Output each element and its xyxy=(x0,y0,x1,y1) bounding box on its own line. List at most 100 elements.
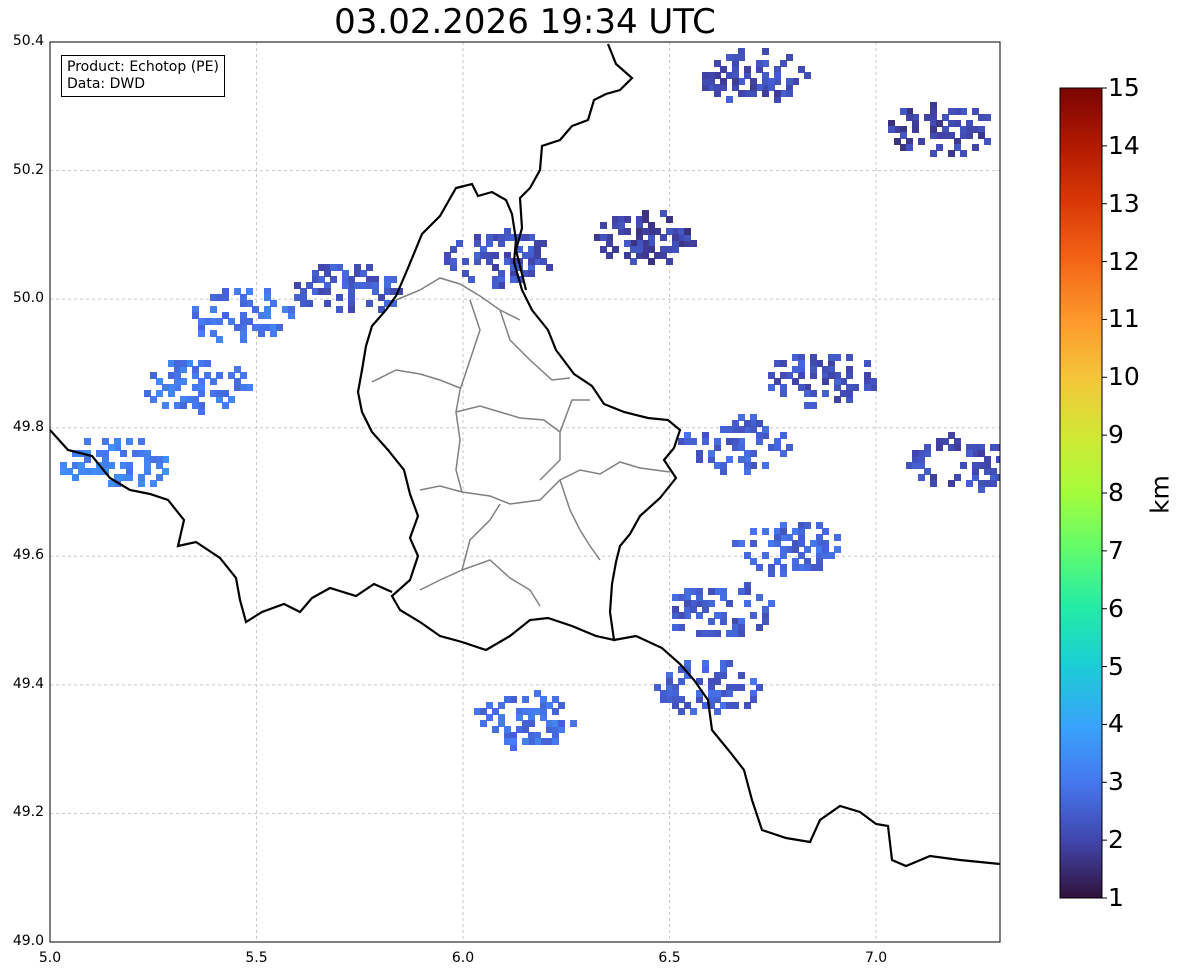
echo-pixel xyxy=(714,690,721,697)
echo-pixel xyxy=(642,216,649,223)
echo-pixel xyxy=(150,480,157,487)
echo-pixel xyxy=(648,240,655,247)
echo-pixel xyxy=(978,114,985,121)
echo-pixel xyxy=(246,384,253,391)
echo-pixel xyxy=(66,468,73,475)
echo-pixel xyxy=(732,66,739,73)
echo-pixel xyxy=(792,378,799,385)
echo-pixel xyxy=(678,438,685,445)
echo-pixel xyxy=(936,444,943,451)
echo-pixel xyxy=(822,378,829,385)
echo-pixel xyxy=(198,378,205,385)
echo-pixel xyxy=(666,216,673,223)
echo-pixel xyxy=(960,150,967,157)
echo-pixel xyxy=(978,444,985,451)
echo-pixel xyxy=(504,234,511,241)
echo-pixel xyxy=(678,624,685,631)
echo-pixel xyxy=(120,474,127,481)
echo-pixel xyxy=(672,684,679,691)
echo-pixel xyxy=(684,702,691,709)
plot-frame xyxy=(49,41,1001,943)
colorbar-tick-label: 15 xyxy=(1108,73,1140,102)
echo-pixel xyxy=(552,720,559,727)
echo-pixel xyxy=(750,420,757,427)
echo-pixel xyxy=(738,90,745,97)
echo-pixel xyxy=(948,150,955,157)
echo-pixel xyxy=(666,678,673,685)
echo-pixel xyxy=(756,564,763,571)
echo-pixel xyxy=(744,426,751,433)
echo-pixel xyxy=(180,378,187,385)
echo-pixel xyxy=(60,462,67,469)
echo-pixel xyxy=(642,246,649,253)
echo-pixel xyxy=(756,594,763,601)
echo-pixel xyxy=(906,114,913,121)
echo-pixel xyxy=(984,456,991,463)
echo-pixel xyxy=(468,276,475,283)
echo-pixel xyxy=(798,564,805,571)
echo-pixel xyxy=(240,300,247,307)
echo-pixel xyxy=(282,306,289,313)
echo-pixel xyxy=(528,708,535,715)
echo-pixel xyxy=(672,594,679,601)
echo-pixel xyxy=(264,312,271,319)
echo-pixel xyxy=(540,738,547,745)
echo-pixel xyxy=(150,396,157,403)
echo-pixel xyxy=(504,696,511,703)
echo-pixel xyxy=(174,366,181,373)
echo-pixel xyxy=(174,360,181,367)
echo-pixel xyxy=(804,558,811,565)
echo-pixel xyxy=(528,732,535,739)
echo-pixel xyxy=(666,228,673,235)
echo-pixel xyxy=(954,144,961,151)
echo-pixel xyxy=(786,78,793,85)
echo-pixel xyxy=(552,708,559,715)
echo-pixel xyxy=(522,738,529,745)
echo-pixel xyxy=(672,228,679,235)
echo-pixel xyxy=(750,90,757,97)
echo-pixel xyxy=(258,312,265,319)
colorbar-tick-label: 1 xyxy=(1108,883,1124,912)
echo-pixel xyxy=(372,282,379,289)
echo-pixel xyxy=(366,282,373,289)
echo-pixel xyxy=(360,270,367,277)
echo-pixel xyxy=(354,264,361,271)
echo-pixel xyxy=(798,534,805,541)
echo-pixel xyxy=(78,468,85,475)
echo-pixel xyxy=(240,336,247,343)
echo-pixel xyxy=(1008,456,1015,463)
echo-pixel xyxy=(168,390,175,397)
echo-pixel xyxy=(102,456,109,463)
echo-pixel xyxy=(120,462,127,469)
echo-pixel xyxy=(480,708,487,715)
echo-pixel xyxy=(348,306,355,313)
echo-pixel xyxy=(732,420,739,427)
echo-pixel xyxy=(930,480,937,487)
echo-pixel xyxy=(714,60,721,67)
echo-pixel xyxy=(744,600,751,607)
echo-pixel xyxy=(504,258,511,265)
echo-pixel xyxy=(480,720,487,727)
echo-pixel xyxy=(492,252,499,259)
echo-pixel xyxy=(756,684,763,691)
echo-pixel xyxy=(660,252,667,259)
echo-pixel xyxy=(366,264,373,271)
echo-pixel xyxy=(342,282,349,289)
echo-pixel xyxy=(486,234,493,241)
echo-pixel xyxy=(768,540,775,547)
echo-pixel xyxy=(498,702,505,709)
echo-pixel xyxy=(690,588,697,595)
echo-pixel xyxy=(666,258,673,265)
echo-pixel xyxy=(240,294,247,301)
echo-pixel xyxy=(714,630,721,637)
echo-cells xyxy=(60,48,1015,751)
echo-pixel xyxy=(642,228,649,235)
colorbar xyxy=(1059,87,1103,899)
echo-pixel xyxy=(192,312,199,319)
echo-pixel xyxy=(816,564,823,571)
echo-pixel xyxy=(984,138,991,145)
echo-pixel xyxy=(702,630,709,637)
echo-pixel xyxy=(486,252,493,259)
echo-pixel xyxy=(696,630,703,637)
echo-pixel xyxy=(552,732,559,739)
